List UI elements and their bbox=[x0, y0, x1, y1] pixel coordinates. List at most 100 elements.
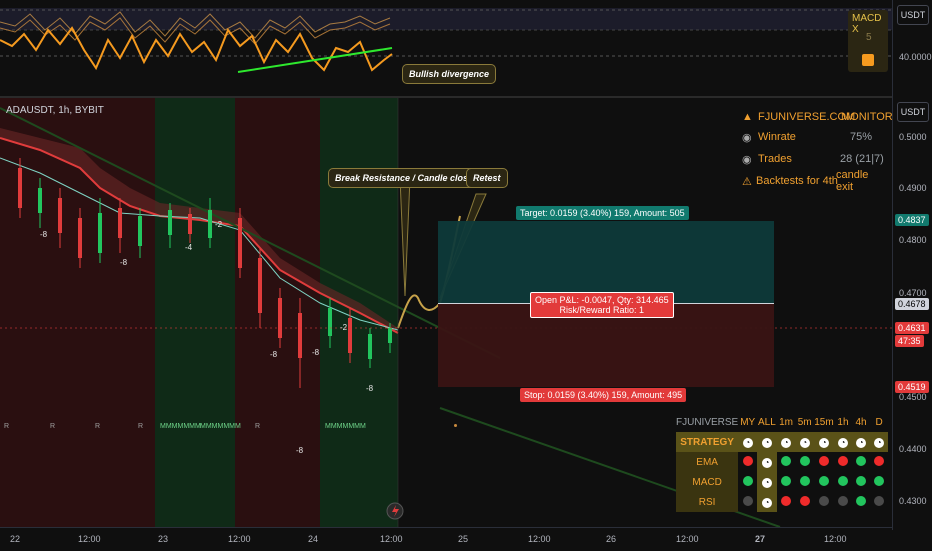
target-price-tag: 0.4837 bbox=[895, 214, 929, 226]
bar-marker: -8 bbox=[270, 350, 278, 359]
signal-r: R bbox=[255, 423, 261, 430]
time-tick: 22 bbox=[10, 534, 21, 544]
signal-r: R bbox=[4, 423, 10, 430]
signal-r: R bbox=[138, 423, 144, 430]
red-status-dot bbox=[874, 455, 885, 466]
macd-indicator-pane[interactable]: MACD X 5 Bullish divergence bbox=[0, 0, 892, 96]
strategy-row-macd: MACD ◔ bbox=[676, 472, 888, 492]
price-tick: 0.4400 bbox=[899, 444, 927, 454]
red-status-dot bbox=[818, 455, 829, 466]
col-header: ALL bbox=[758, 416, 776, 428]
col-header: MY bbox=[740, 416, 756, 428]
time-tick: 12:00 bbox=[228, 534, 251, 544]
monitor-panel: ▲ FJUNIVERSE.COM MONITOR ◉ Winrate 75% ◉… bbox=[742, 108, 893, 193]
red-status-dot bbox=[781, 495, 792, 506]
signal-m: MMMMMMM bbox=[160, 423, 201, 430]
indicator-level-label: 40.0000 bbox=[899, 52, 932, 62]
strategy-header-label: STRATEGY bbox=[680, 436, 734, 448]
macd-x-value: 5 bbox=[866, 32, 872, 43]
current-price-tag: 0.4678 bbox=[895, 298, 929, 310]
bar-marker: -8 bbox=[296, 446, 304, 455]
trades-label: Trades bbox=[758, 153, 792, 165]
green-status-dot bbox=[856, 475, 867, 486]
monitor-mode: MONITOR bbox=[841, 111, 893, 123]
time-tick: 23 bbox=[158, 534, 169, 544]
red-status-dot bbox=[742, 455, 753, 466]
target-zone[interactable] bbox=[438, 221, 774, 303]
strategy-row-label: RSI bbox=[676, 492, 739, 512]
clock-icon: ◔ bbox=[837, 437, 848, 448]
bar-marker: -2 bbox=[215, 220, 223, 229]
green-status-dot bbox=[799, 455, 810, 466]
green-status-dot bbox=[856, 495, 867, 506]
gray-status-dot bbox=[837, 495, 848, 506]
clock-icon: ◔ bbox=[874, 437, 885, 448]
indicator-currency-button[interactable]: USDT bbox=[897, 5, 929, 25]
bullish-divergence-callout: Bullish divergence bbox=[402, 64, 497, 84]
fox-logo-icon bbox=[862, 54, 874, 66]
price-tick: 0.4700 bbox=[899, 288, 927, 298]
bar-marker: -2 bbox=[340, 323, 348, 332]
time-axis[interactable]: 22 12:00 23 12:00 24 12:00 25 12:00 26 1… bbox=[0, 527, 892, 551]
backtest-row: ⚠ Backtests for 4th candle exit bbox=[742, 169, 888, 193]
price-tick: 0.4300 bbox=[899, 496, 927, 506]
mask-icon: ◉ bbox=[742, 153, 752, 166]
candle-countdown: 47:35 bbox=[895, 335, 924, 347]
clock-icon: ◔ bbox=[761, 457, 772, 468]
risk-reward-text: Risk/Reward Ratio: 1 bbox=[559, 305, 645, 315]
col-header: 1m bbox=[779, 416, 793, 428]
clock-icon: ◔ bbox=[761, 477, 772, 488]
bar-marker: -8 bbox=[40, 230, 48, 239]
time-tick: 12:00 bbox=[380, 534, 403, 544]
col-header: 4h bbox=[855, 416, 867, 428]
break-resistance-callout: Break Resistance / Candle close bbox=[328, 168, 481, 188]
macd-x-badge[interactable]: MACD X 5 bbox=[848, 10, 888, 72]
warning-icon: ⚠ bbox=[742, 175, 752, 188]
marker-dot bbox=[454, 424, 457, 427]
backtest-label: Backtests for 4th bbox=[756, 175, 838, 187]
symbol-label[interactable]: ADAUSDT, 1h, BYBIT bbox=[6, 105, 104, 116]
price-axis[interactable]: USDT 40.0000 USDT 0.5000 0.4900 0.4800 0… bbox=[892, 0, 932, 530]
green-status-dot bbox=[799, 475, 810, 486]
signal-r: R bbox=[95, 423, 101, 430]
strategy-row-label: MACD bbox=[676, 472, 739, 492]
signal-r: R bbox=[50, 423, 56, 430]
col-header: 5m bbox=[797, 416, 812, 428]
fox-logo-icon: ▲ bbox=[742, 111, 753, 123]
trades-value: 28 (21|7) bbox=[840, 153, 884, 165]
green-status-dot bbox=[781, 475, 792, 486]
stop-label: Stop: 0.0159 (3.40%) 159, Amount: 495 bbox=[520, 388, 687, 402]
green-status-dot bbox=[837, 475, 848, 486]
signal-m: MMMMMMM bbox=[325, 423, 366, 430]
clock-icon: ◔ bbox=[799, 437, 810, 448]
col-header: 1h bbox=[837, 416, 849, 428]
stop-price-tag: 0.4519 bbox=[895, 381, 929, 393]
green-status-dot bbox=[874, 475, 885, 486]
price-tick: 0.4500 bbox=[899, 392, 927, 402]
time-tick: 27 bbox=[755, 534, 766, 544]
chart-currency-button[interactable]: USDT bbox=[897, 102, 929, 122]
winrate-label: Winrate bbox=[758, 131, 796, 143]
main-chart-area[interactable]: -8 -8 -2 -4 -8 -8 -8 -2 -8 R R R R MMMMM… bbox=[0, 98, 893, 527]
last-price-tag: 0.4631 bbox=[895, 322, 929, 334]
strategy-columns-row: FJUNIVERSE MY ALL 1m 5m 15m 1h 4h D bbox=[676, 412, 888, 432]
strategy-header-row: STRATEGY ◔ ◔ ◔ ◔ ◔ ◔ ◔ ◔ bbox=[676, 432, 888, 452]
price-tick: 0.4900 bbox=[899, 183, 927, 193]
target-label: Target: 0.0159 (3.40%) 159, Amount: 505 bbox=[516, 206, 689, 220]
green-status-dot bbox=[781, 455, 792, 466]
time-tick: 26 bbox=[606, 534, 617, 544]
time-tick: 12:00 bbox=[528, 534, 551, 544]
signal-m: MMMMMMM bbox=[200, 423, 241, 430]
winrate-row: ◉ Winrate 75% bbox=[742, 126, 888, 148]
clock-icon: ◔ bbox=[856, 437, 867, 448]
clock-icon: ◔ bbox=[781, 437, 792, 448]
red-status-dot bbox=[799, 495, 810, 506]
strategy-row-label: EMA bbox=[676, 452, 739, 472]
red-status-dot bbox=[837, 455, 848, 466]
strategy-brand: FJUNIVERSE bbox=[676, 416, 739, 428]
retest-callout: Retest bbox=[466, 168, 508, 188]
strategy-row-ema: EMA ◔ bbox=[676, 452, 888, 472]
open-pnl-label: Open P&L: -0.0047, Qty: 314.465 Risk/Rew… bbox=[530, 292, 674, 318]
time-tick: 24 bbox=[308, 534, 319, 544]
backtest-value: candle exit bbox=[836, 169, 869, 193]
